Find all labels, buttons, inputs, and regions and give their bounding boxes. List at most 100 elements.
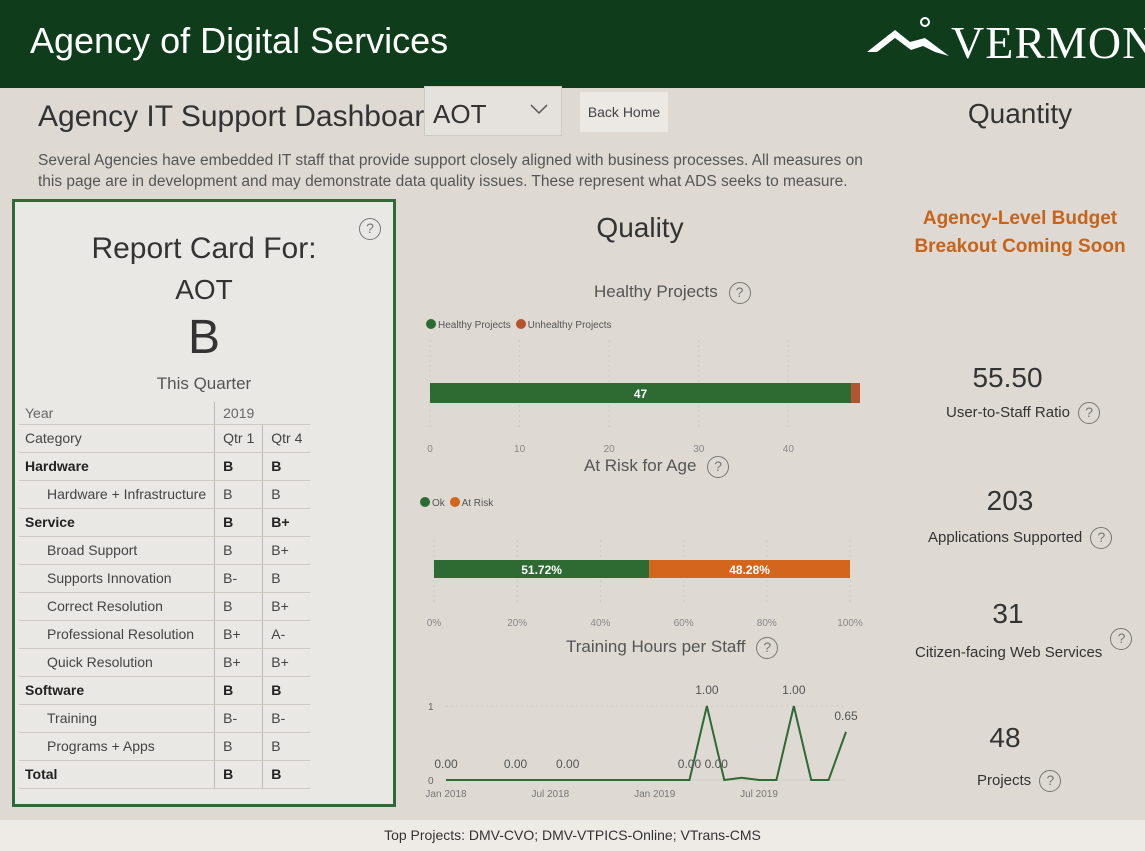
table-row: Broad Support B B+ xyxy=(19,536,311,565)
x-tick-label: 10 xyxy=(514,444,526,455)
training-hours-title: Training Hours per Staff ? xyxy=(566,637,779,659)
help-icon[interactable]: ? xyxy=(756,637,779,659)
category-name: Service xyxy=(19,508,216,537)
quarter-header: Qtr 1 xyxy=(214,424,264,453)
grade-q4: B xyxy=(262,760,311,789)
grade-q4: B+ xyxy=(262,536,311,565)
x-tick-label: 20 xyxy=(604,444,616,455)
vermont-wordmark: VERMONT xyxy=(951,17,1145,68)
top-bar: Agency of Digital Services VERMONT xyxy=(0,0,1145,88)
table-row: Total B B xyxy=(19,760,311,789)
grade-q4: B+ xyxy=(262,648,311,677)
help-icon[interactable]: ? xyxy=(728,282,751,304)
bar-segment xyxy=(851,383,860,403)
category-label: Category xyxy=(19,424,216,453)
data-point-label: 0.00 xyxy=(556,757,580,771)
category-name: Broad Support xyxy=(19,536,216,565)
grade-q1: B xyxy=(214,676,264,705)
at-risk-legend: Ok At Risk xyxy=(420,497,493,509)
data-point-label: 0.00 xyxy=(434,757,458,771)
bar-data-label: 51.72% xyxy=(521,563,562,577)
category-name: Hardware xyxy=(19,452,216,481)
x-tick-label: 20% xyxy=(507,618,527,629)
data-point-label: 0.00 xyxy=(504,757,528,771)
grade-q4: B- xyxy=(262,704,311,733)
report-card-grade: B xyxy=(187,311,220,364)
x-tick-label: 0% xyxy=(427,618,442,629)
metric-label: User-to-Staff Ratio xyxy=(946,404,1070,421)
legend-dot-icon xyxy=(515,319,526,329)
category-name: Supports Innovation xyxy=(19,564,216,593)
back-home-button[interactable]: Back Home xyxy=(580,92,668,132)
quality-title: Quality xyxy=(596,212,684,243)
legend-dot-icon xyxy=(426,319,436,329)
table-row: Quick Resolution B+ B+ xyxy=(19,648,311,677)
grade-q4: B xyxy=(262,676,311,705)
table-row: Professional Resolution B+ A- xyxy=(19,620,311,649)
x-tick-label: 80% xyxy=(757,618,777,629)
data-point-label: 1.00 xyxy=(782,683,806,697)
y-tick-label: 1 xyxy=(428,702,434,713)
x-tick-label: Jul 2019 xyxy=(740,789,778,800)
grade-q4: B xyxy=(262,732,311,761)
help-icon[interactable]: ? xyxy=(1078,402,1101,424)
x-tick-label: 30 xyxy=(693,444,705,455)
x-tick-label: 100% xyxy=(837,618,863,629)
quarter-header: Qtr 4 xyxy=(262,424,311,453)
help-icon[interactable]: ? xyxy=(1039,770,1062,792)
quantity-title: Quantity xyxy=(967,98,1073,129)
chevron-down-icon xyxy=(530,104,548,115)
grades-table: Year 2019 Category Qtr 1 Qtr 4 Hardware B… xyxy=(19,402,311,789)
bar-data-label: 47 xyxy=(634,387,648,401)
legend-label: Ok xyxy=(432,498,445,509)
category-name: Hardware + Infrastructure xyxy=(19,480,216,509)
grade-q4: A- xyxy=(262,620,311,649)
web-services-value: 31 xyxy=(992,598,1024,629)
legend-label: Healthy Projects xyxy=(438,320,511,331)
table-header-row: Category Qtr 1 Qtr 4 xyxy=(19,424,311,453)
healthy-projects-title: Healthy Projects ? xyxy=(594,282,751,304)
agency-selected-value: AOT xyxy=(433,99,487,129)
x-tick-label: Jul 2018 xyxy=(531,789,569,800)
report-card-period: This Quarter xyxy=(156,374,252,393)
data-point-label: 0.65 xyxy=(834,709,858,723)
table-row: Hardware + Infrastructure B B xyxy=(19,480,311,509)
data-point-label: 1.00 xyxy=(695,683,719,697)
y-tick-label: 0 xyxy=(428,776,434,787)
at-risk-title: At Risk for Age ? xyxy=(584,456,730,478)
year-label: Year xyxy=(19,402,216,425)
help-icon[interactable]: ? xyxy=(1090,527,1113,549)
grade-q1: B xyxy=(214,480,264,509)
grade-q4: B xyxy=(262,452,311,481)
legend-label: Unhealthy Projects xyxy=(527,320,612,331)
agency-dropdown[interactable]: AOT xyxy=(424,86,562,136)
applications-value: 203 xyxy=(986,485,1034,516)
table-row: Training B- B- xyxy=(19,704,311,733)
table-row: Hardware B B xyxy=(19,452,311,481)
metric-label: Projects xyxy=(977,772,1032,789)
healthy-projects-title-text: Healthy Projects xyxy=(594,282,718,301)
dashboard-description: Several Agencies have embedded IT staff … xyxy=(38,152,863,190)
report-card-agency: AOT xyxy=(175,274,233,305)
table-row: Software B B xyxy=(19,676,311,705)
grade-q4: B+ xyxy=(262,508,311,537)
grade-q4: B xyxy=(262,564,311,593)
x-tick-label: 0 xyxy=(427,444,433,455)
category-name: Software xyxy=(19,676,216,705)
help-icon[interactable]: ? xyxy=(1110,628,1133,650)
vermont-logo: VERMONT xyxy=(865,12,1145,72)
category-name: Professional Resolution xyxy=(19,620,216,649)
grade-q1: B xyxy=(214,452,264,481)
table-row: Supports Innovation B- B xyxy=(19,564,311,593)
x-tick-label: Jan 2019 xyxy=(634,789,676,800)
healthy-legend: Healthy Projects Unhealthy Projects xyxy=(426,319,612,331)
category-name: Quick Resolution xyxy=(19,648,216,677)
at-risk-chart: 0% 20% 40% 60% 80% 100% 51.72% 48.28% xyxy=(427,540,863,629)
projects-value: 48 xyxy=(989,722,1021,753)
budget-coming-soon: Agency-Level Budget Breakout Coming Soon xyxy=(914,208,1126,257)
help-icon[interactable]: ? xyxy=(707,456,730,478)
category-name: Correct Resolution xyxy=(19,592,216,621)
projects-label: Projects ? xyxy=(977,770,1062,792)
grade-q1: B xyxy=(214,592,264,621)
data-point-label: 0.00 xyxy=(705,757,729,771)
